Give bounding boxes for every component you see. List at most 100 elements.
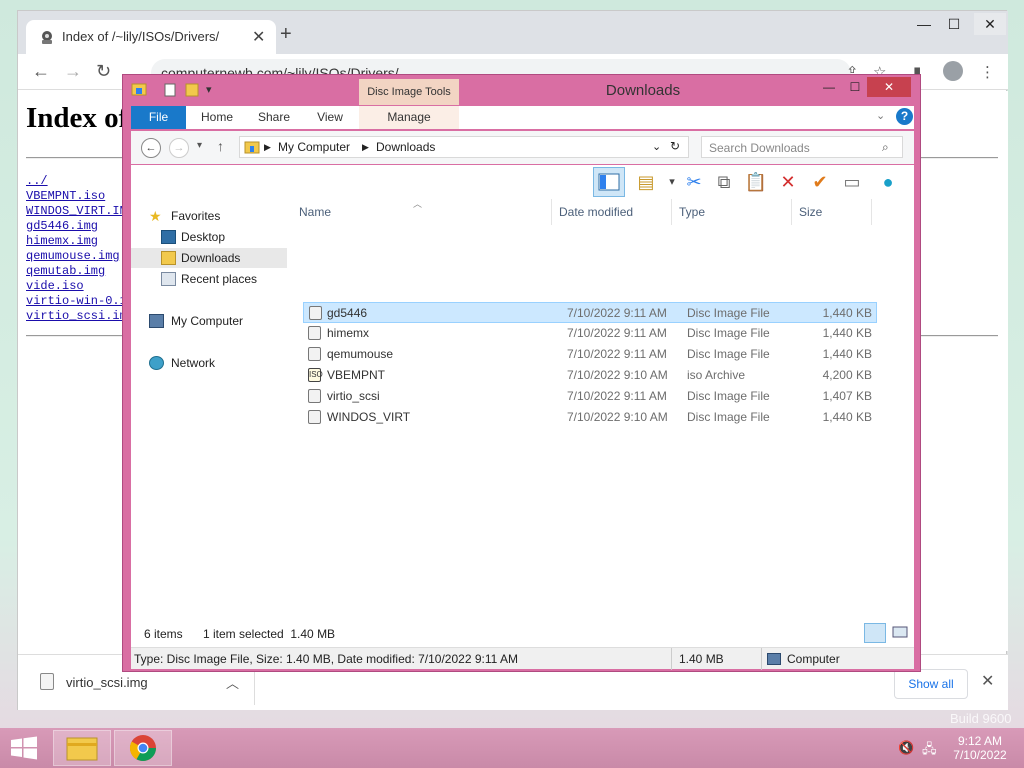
address-box[interactable]: ▶ My Computer ▶ Downloads ⌄ ↻ (239, 136, 689, 158)
downloads-folder-icon (161, 251, 176, 265)
file-name: virtio_scsi (327, 389, 380, 403)
back-arrow-icon[interactable]: ← (141, 138, 161, 158)
explorer-window: ▾ Disc Image Tools Downloads — ☐ ✕ File … (122, 74, 921, 672)
column-separator[interactable] (671, 199, 672, 225)
profile-avatar[interactable] (943, 61, 963, 81)
column-separator[interactable] (871, 199, 872, 225)
file-row-vbempnt[interactable]: ISO VBEMPNT 7/10/2022 9:10 AM iso Archiv… (303, 365, 877, 386)
breadcrumb-my-computer[interactable]: My Computer (278, 140, 350, 154)
forward-arrow-icon[interactable]: → (169, 138, 189, 158)
details-view-icon[interactable] (864, 623, 886, 643)
file-link[interactable]: himemx.img (26, 234, 98, 248)
globe-icon[interactable]: ● (875, 169, 901, 195)
show-all-button[interactable]: Show all (894, 669, 968, 699)
forward-arrow-icon[interactable]: → (64, 62, 82, 80)
close-button[interactable]: ✕ (867, 77, 911, 97)
new-tab-button[interactable]: + (280, 24, 292, 44)
help-icon[interactable]: ? (896, 108, 913, 125)
checkmark-icon[interactable]: ✔ (807, 169, 833, 195)
file-explorer-taskbar-button[interactable] (53, 730, 111, 766)
taskbar: 🔇 🖧 9:12 AM 7/10/2022 (0, 728, 1024, 768)
browser-close-button[interactable]: ✕ (974, 13, 1006, 35)
tab-manage[interactable]: Manage (359, 106, 459, 129)
file-size: 1,440 KB (822, 347, 872, 361)
download-filename[interactable]: virtio_scsi.img (66, 675, 148, 690)
chevron-up-icon[interactable]: ︿ (226, 673, 239, 692)
menu-dots-icon[interactable]: ⋮ (980, 63, 995, 81)
file-link[interactable]: qemutab.img (26, 264, 105, 278)
new-folder-icon[interactable] (185, 81, 199, 97)
search-input[interactable]: Search Downloads ⌕ (701, 136, 903, 158)
breadcrumb-separator-icon[interactable]: ▶ (264, 142, 271, 153)
chevron-down-icon[interactable]: ⌄ (876, 109, 885, 122)
search-icon[interactable]: ⌕ (882, 140, 889, 155)
large-icons-view-icon[interactable] (890, 623, 912, 643)
maximize-button[interactable]: ☐ (841, 77, 869, 97)
properties-icon[interactable]: ▤ (633, 169, 659, 195)
file-row-gd5446[interactable]: gd5446 7/10/2022 9:11 AM Disc Image File… (303, 302, 877, 323)
browser-tab[interactable]: Index of /~lily/ISOs/Drivers/ ✕ (26, 20, 276, 54)
nav-desktop[interactable]: Desktop (131, 227, 287, 247)
close-icon[interactable]: ✕ (981, 671, 994, 691)
windows-start-icon[interactable] (10, 736, 38, 760)
recent-locations-icon[interactable]: ▾ (197, 140, 202, 151)
column-size[interactable]: Size (799, 205, 822, 219)
column-date-modified[interactable]: Date modified (559, 205, 633, 219)
file-link[interactable]: qemumouse.img (26, 249, 120, 263)
file-type: Disc Image File (687, 306, 770, 320)
tab-file[interactable]: File (131, 106, 186, 129)
file-name: WINDOS_VIRT (327, 410, 411, 424)
tab-home[interactable]: Home (189, 106, 245, 129)
refresh-icon[interactable]: ↻ (670, 139, 680, 153)
nav-downloads[interactable]: Downloads (131, 248, 287, 268)
chevron-down-icon[interactable]: ⌄ (652, 140, 661, 153)
nav-recent-places[interactable]: Recent places (131, 269, 287, 289)
delete-icon[interactable]: ✕ (775, 169, 801, 195)
column-separator[interactable] (551, 199, 552, 225)
file-link[interactable]: ../ (26, 174, 48, 188)
tray-clock[interactable]: 9:12 AM 7/10/2022 (950, 734, 1010, 762)
nav-network[interactable]: Network (131, 353, 287, 373)
browser-minimize-button[interactable]: — (908, 13, 940, 35)
column-type[interactable]: Type (679, 205, 705, 219)
network-tray-icon[interactable]: 🖧 (922, 740, 937, 762)
recent-places-icon (161, 272, 176, 286)
chevron-down-icon[interactable]: ▾ (206, 83, 212, 96)
breadcrumb-downloads[interactable]: Downloads (376, 140, 435, 154)
minimize-button[interactable]: — (815, 77, 843, 97)
file-size: 1,440 KB (822, 326, 872, 340)
file-type: iso Archive (687, 368, 746, 382)
volume-muted-icon[interactable]: 🔇 (898, 740, 914, 756)
file-link[interactable]: WINDOS_VIRT.IMG (26, 204, 134, 218)
folder-properties-icon[interactable] (131, 81, 147, 97)
nav-favorites[interactable]: ★ Favorites (131, 206, 287, 226)
column-name[interactable]: Name (299, 205, 331, 219)
cut-icon[interactable]: ✂ (681, 169, 707, 195)
reload-icon[interactable]: ↻ (96, 62, 111, 80)
tab-share[interactable]: Share (247, 106, 301, 129)
nav-my-computer[interactable]: My Computer (131, 311, 287, 331)
new-document-icon[interactable] (163, 83, 177, 97)
nav-label: Downloads (181, 251, 241, 265)
up-arrow-icon[interactable]: ↑ (217, 138, 224, 154)
file-row-virtio-scsi[interactable]: virtio_scsi 7/10/2022 9:11 AM Disc Image… (303, 386, 877, 407)
file-date: 7/10/2022 9:10 AM (567, 410, 668, 424)
tab-close-icon[interactable]: ✕ (252, 27, 265, 47)
file-link[interactable]: VBEMPNT.iso (26, 189, 105, 203)
back-arrow-icon[interactable]: ← (32, 62, 50, 80)
file-row-qemumouse[interactable]: qemumouse 7/10/2022 9:11 AM Disc Image F… (303, 344, 877, 365)
rename-icon[interactable]: ▭ (839, 169, 865, 195)
file-link[interactable]: virtio_scsi.img (26, 309, 134, 323)
paste-icon[interactable]: 📋 (743, 169, 769, 195)
file-row-windos-virt[interactable]: WINDOS_VIRT 7/10/2022 9:10 AM Disc Image… (303, 407, 877, 428)
copy-icon[interactable]: ⧉ (711, 169, 737, 195)
file-row-himemx[interactable]: himemx 7/10/2022 9:11 AM Disc Image File… (303, 323, 877, 344)
tab-view[interactable]: View (303, 106, 357, 129)
browser-maximize-button[interactable]: ☐ (938, 13, 970, 35)
chrome-taskbar-button[interactable] (114, 730, 172, 766)
file-link[interactable]: vide.iso (26, 279, 84, 293)
preview-pane-icon[interactable] (593, 167, 625, 197)
breadcrumb-separator-icon[interactable]: ▶ (362, 142, 369, 153)
file-link[interactable]: gd5446.img (26, 219, 98, 233)
column-separator[interactable] (791, 199, 792, 225)
